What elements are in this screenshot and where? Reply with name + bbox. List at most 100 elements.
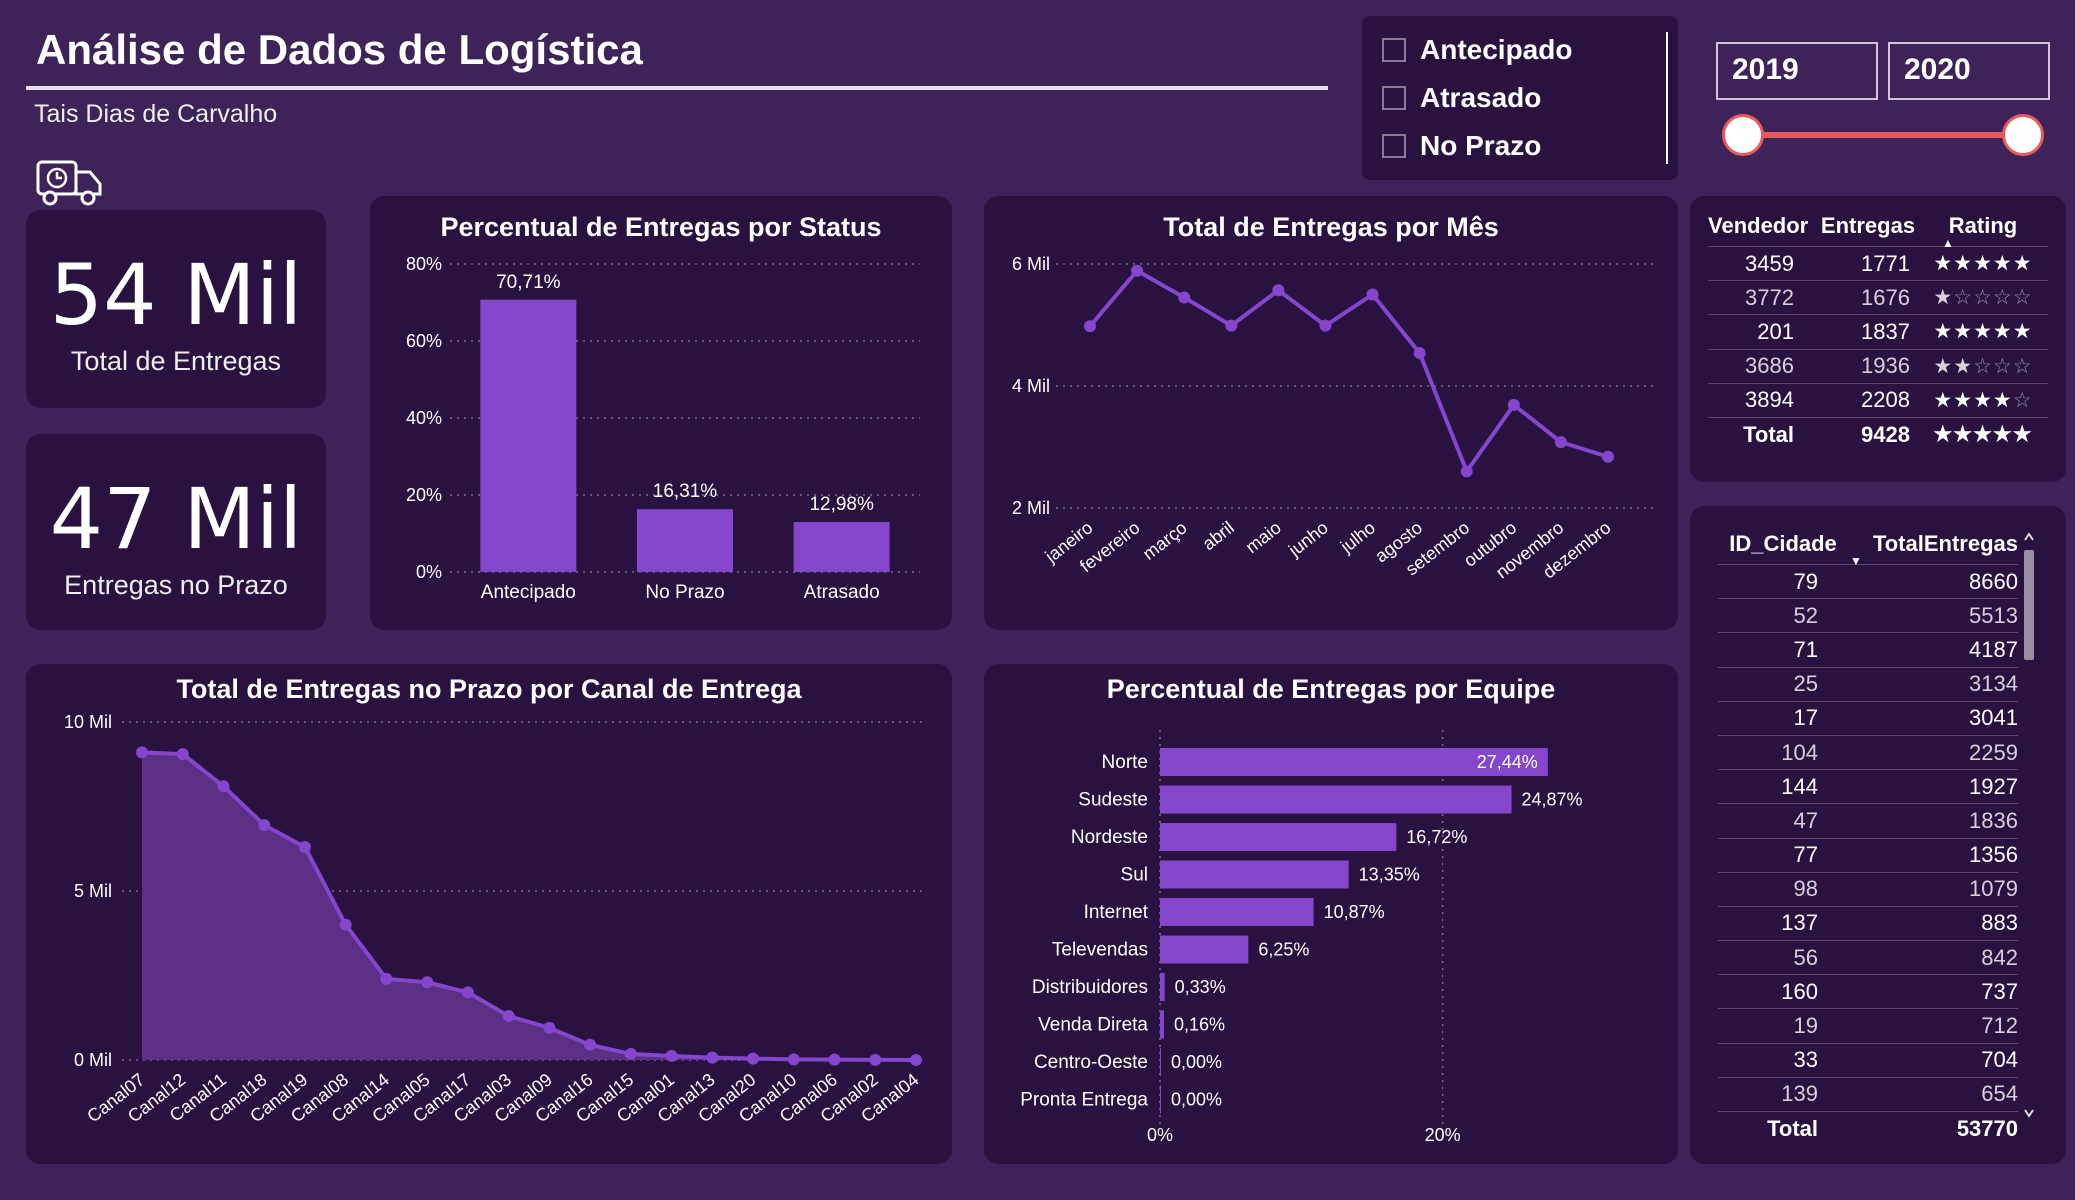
title-divider: [26, 86, 1328, 90]
bar-atrasado: [793, 522, 890, 572]
table-row[interactable]: 3459 1771 ★★★★★: [1708, 245, 2048, 281]
checkbox[interactable]: [1382, 86, 1406, 110]
star-icon: ★: [1953, 354, 1974, 378]
filter-atrasado[interactable]: Atrasado: [1382, 80, 1541, 116]
y-tick-label: Televendas: [1052, 940, 1148, 961]
cell-entregas: 1771: [1818, 245, 1918, 281]
y-tick-label: Centro-Oeste: [1034, 1052, 1148, 1073]
x-tick-label: junho: [1284, 517, 1332, 560]
table-row[interactable]: 19 712: [1718, 1008, 2018, 1044]
seller-table: Vendedor Entregas Rating ▲ 3459 1771 ★★★★★…: [1708, 206, 2048, 452]
bar-distribuidores: [1160, 973, 1165, 1001]
year-to-input[interactable]: 2020: [1888, 42, 2050, 100]
star-icon: ★: [1933, 252, 1954, 276]
table-row[interactable]: 104 2259: [1718, 734, 2018, 770]
col-rating[interactable]: Rating ▲: [1918, 206, 2048, 250]
table-row[interactable]: 71 4187: [1718, 632, 2018, 668]
col-id-cidade[interactable]: ID_Cidade: [1718, 524, 1848, 565]
filter-label: Atrasado: [1420, 82, 1542, 113]
rating-stars: ★☆☆☆☆: [1918, 280, 2048, 315]
table-row[interactable]: 3686 1936 ★★☆☆☆: [1708, 348, 2048, 384]
table-row[interactable]: 79 8660: [1718, 563, 2018, 599]
star-icon: ☆: [1973, 354, 1993, 378]
filter-antecipado[interactable]: Antecipado: [1382, 32, 1572, 68]
data-point: [1319, 319, 1332, 332]
monthly-chart: 2 Mil4 Mil6 Miljaneirofevereiromarço abri…: [1012, 254, 1656, 582]
year-slider-handle-start[interactable]: [1722, 114, 1764, 156]
year-slider-handle-end[interactable]: [2002, 114, 2044, 156]
bar-televendas: [1160, 935, 1249, 964]
y-tick-label: 4 Mil: [1012, 376, 1050, 396]
kpi-on-time-label: Entregas no Prazo: [64, 570, 288, 600]
star-icon: ☆: [2012, 388, 2033, 412]
y-tick-label: 0 Mil: [74, 1050, 112, 1070]
table-row[interactable]: 201 1837 ★★★★★: [1708, 314, 2048, 350]
cell-total-entregas: 1927: [1848, 769, 2018, 804]
star-icon: ★: [1953, 320, 1974, 344]
table-row[interactable]: 77 1356: [1718, 837, 2018, 873]
team-chart-card: Percentual de Entregas por Equipe 0% 20% N…: [984, 664, 1678, 1164]
cell-id-cidade: 79: [1718, 563, 1848, 599]
year-slider-track[interactable]: [1744, 132, 2024, 138]
data-point: [706, 1051, 719, 1064]
checkbox[interactable]: [1382, 134, 1406, 158]
data-label: 70,71%: [496, 272, 561, 293]
data-label: 0,16%: [1174, 1015, 1225, 1035]
rating-stars: ★★★★★: [1918, 314, 2048, 350]
star-icon: ★: [1973, 252, 1993, 276]
table-row[interactable]: 144 1927: [1718, 769, 2018, 804]
cell-id-cidade: 52: [1718, 598, 1848, 633]
table-row[interactable]: 17 3041: [1718, 700, 2018, 736]
star-icon: ★: [1933, 423, 1954, 447]
data-point: [217, 780, 230, 793]
bar-centro-oeste: [1160, 1048, 1161, 1076]
y-tick-label: 60%: [406, 331, 442, 351]
star-icon: ★: [1953, 423, 1974, 447]
cell-vendedor: 3459: [1708, 245, 1818, 281]
col-total-entregas[interactable]: TotalEntregas ▼: [1848, 524, 2018, 568]
cell-total-entregas: 704: [1848, 1042, 2018, 1078]
table-row[interactable]: 47 1836: [1718, 803, 2018, 838]
kpi-total-label: Total de Entregas: [70, 346, 282, 376]
cell-total-entregas: 2259: [1848, 734, 2018, 770]
data-point: [1554, 436, 1567, 449]
col-total-entregas-label: TotalEntregas: [1872, 531, 2018, 556]
table-row[interactable]: 98 1079: [1718, 871, 2018, 907]
data-point: [828, 1053, 841, 1066]
star-icon: ☆: [2012, 354, 2033, 378]
city-table-scrollbar[interactable]: [2022, 530, 2036, 1122]
table-row[interactable]: 3894 2208 ★★★★☆: [1708, 382, 2048, 418]
table-row[interactable]: 52 5513: [1718, 598, 2018, 633]
city-table: ID_Cidade TotalEntregas ▼ 79 8660 52 5513 71…: [1718, 524, 2018, 1146]
y-tick-label: 10 Mil: [64, 712, 112, 732]
data-label: 27,44%: [1477, 752, 1538, 772]
table-row[interactable]: 3772 1676 ★☆☆☆☆: [1708, 280, 2048, 315]
col-entregas[interactable]: Entregas: [1818, 206, 1918, 247]
data-label: 0,00%: [1171, 1090, 1222, 1110]
y-tick-label: 20%: [406, 485, 442, 505]
monthly-series-line: [1088, 268, 1609, 476]
star-icon: ☆: [1973, 286, 1993, 310]
cell-total-label: Total: [1708, 416, 1818, 452]
table-row[interactable]: 160 737: [1718, 974, 2018, 1009]
star-icon: ★: [1953, 252, 1974, 276]
filter-no-prazo[interactable]: No Prazo: [1382, 128, 1541, 164]
table-row[interactable]: 139 654: [1718, 1076, 2018, 1112]
cell-total-entregas: 3041: [1848, 700, 2018, 736]
cell-total-entregas: 5513: [1848, 598, 2018, 633]
checkbox[interactable]: [1382, 38, 1406, 62]
table-row[interactable]: 137 883: [1718, 905, 2018, 941]
delivery-truck-clock-icon: [36, 158, 104, 213]
data-point: [584, 1038, 597, 1051]
table-row[interactable]: 33 704: [1718, 1042, 2018, 1078]
data-point: [380, 972, 393, 985]
sort-up-icon: ▲: [1942, 236, 1954, 250]
y-tick-label: Norte: [1102, 752, 1148, 773]
table-row[interactable]: 25 3134: [1718, 666, 2018, 702]
cell-total-entregas: 842: [1848, 940, 2018, 975]
data-point: [339, 918, 352, 931]
col-vendedor[interactable]: Vendedor: [1708, 206, 1818, 247]
data-label: 6,25%: [1258, 940, 1309, 960]
table-row[interactable]: 56 842: [1718, 940, 2018, 975]
year-from-input[interactable]: 2019: [1716, 42, 1878, 100]
